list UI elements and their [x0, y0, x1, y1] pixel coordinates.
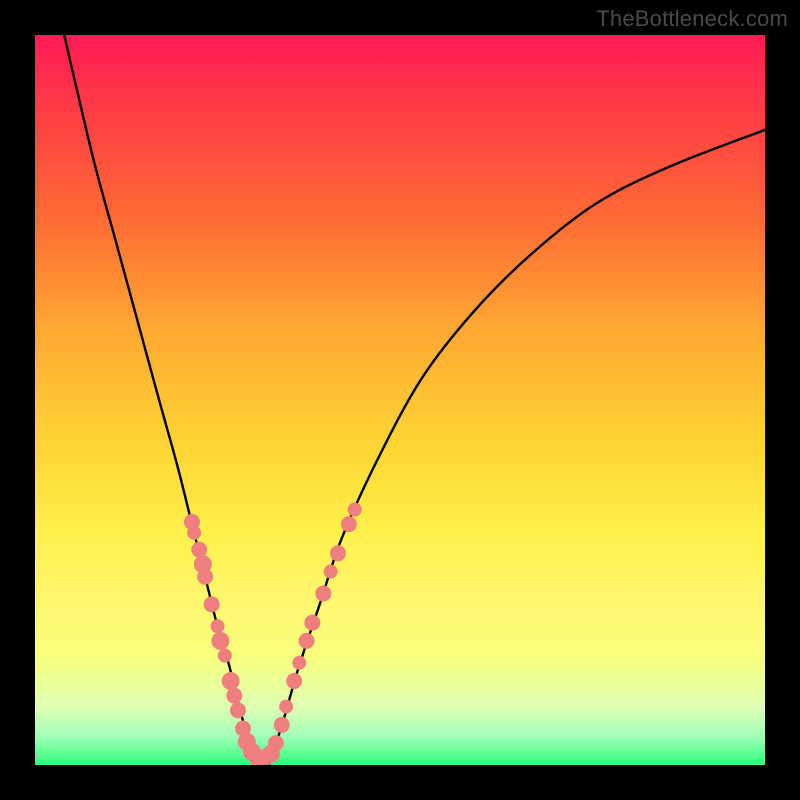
marker-dot	[197, 569, 213, 585]
marker-dots	[184, 503, 362, 766]
watermark-text: TheBottleneck.com	[596, 6, 788, 32]
marker-dot	[299, 633, 315, 649]
marker-dot	[292, 656, 306, 670]
marker-dot	[304, 615, 320, 631]
marker-dot	[274, 717, 290, 733]
marker-dot	[268, 735, 284, 751]
marker-dot	[222, 672, 240, 690]
marker-dot	[226, 688, 242, 704]
marker-dot	[218, 649, 232, 663]
marker-dot	[211, 619, 225, 633]
marker-dot	[204, 596, 220, 612]
marker-dot	[348, 503, 362, 517]
marker-dot	[341, 516, 357, 532]
marker-dot	[191, 542, 207, 558]
marker-dot	[330, 545, 346, 561]
marker-dot	[324, 565, 338, 579]
marker-dot	[211, 632, 229, 650]
right-curve	[269, 130, 765, 765]
chart-container: TheBottleneck.com	[0, 0, 800, 800]
marker-dot	[315, 585, 331, 601]
marker-dot	[286, 673, 302, 689]
marker-dot	[230, 702, 246, 718]
plot-area	[35, 35, 765, 765]
marker-dot	[279, 700, 293, 714]
marker-dot	[187, 526, 201, 540]
curve-layer	[35, 35, 765, 765]
